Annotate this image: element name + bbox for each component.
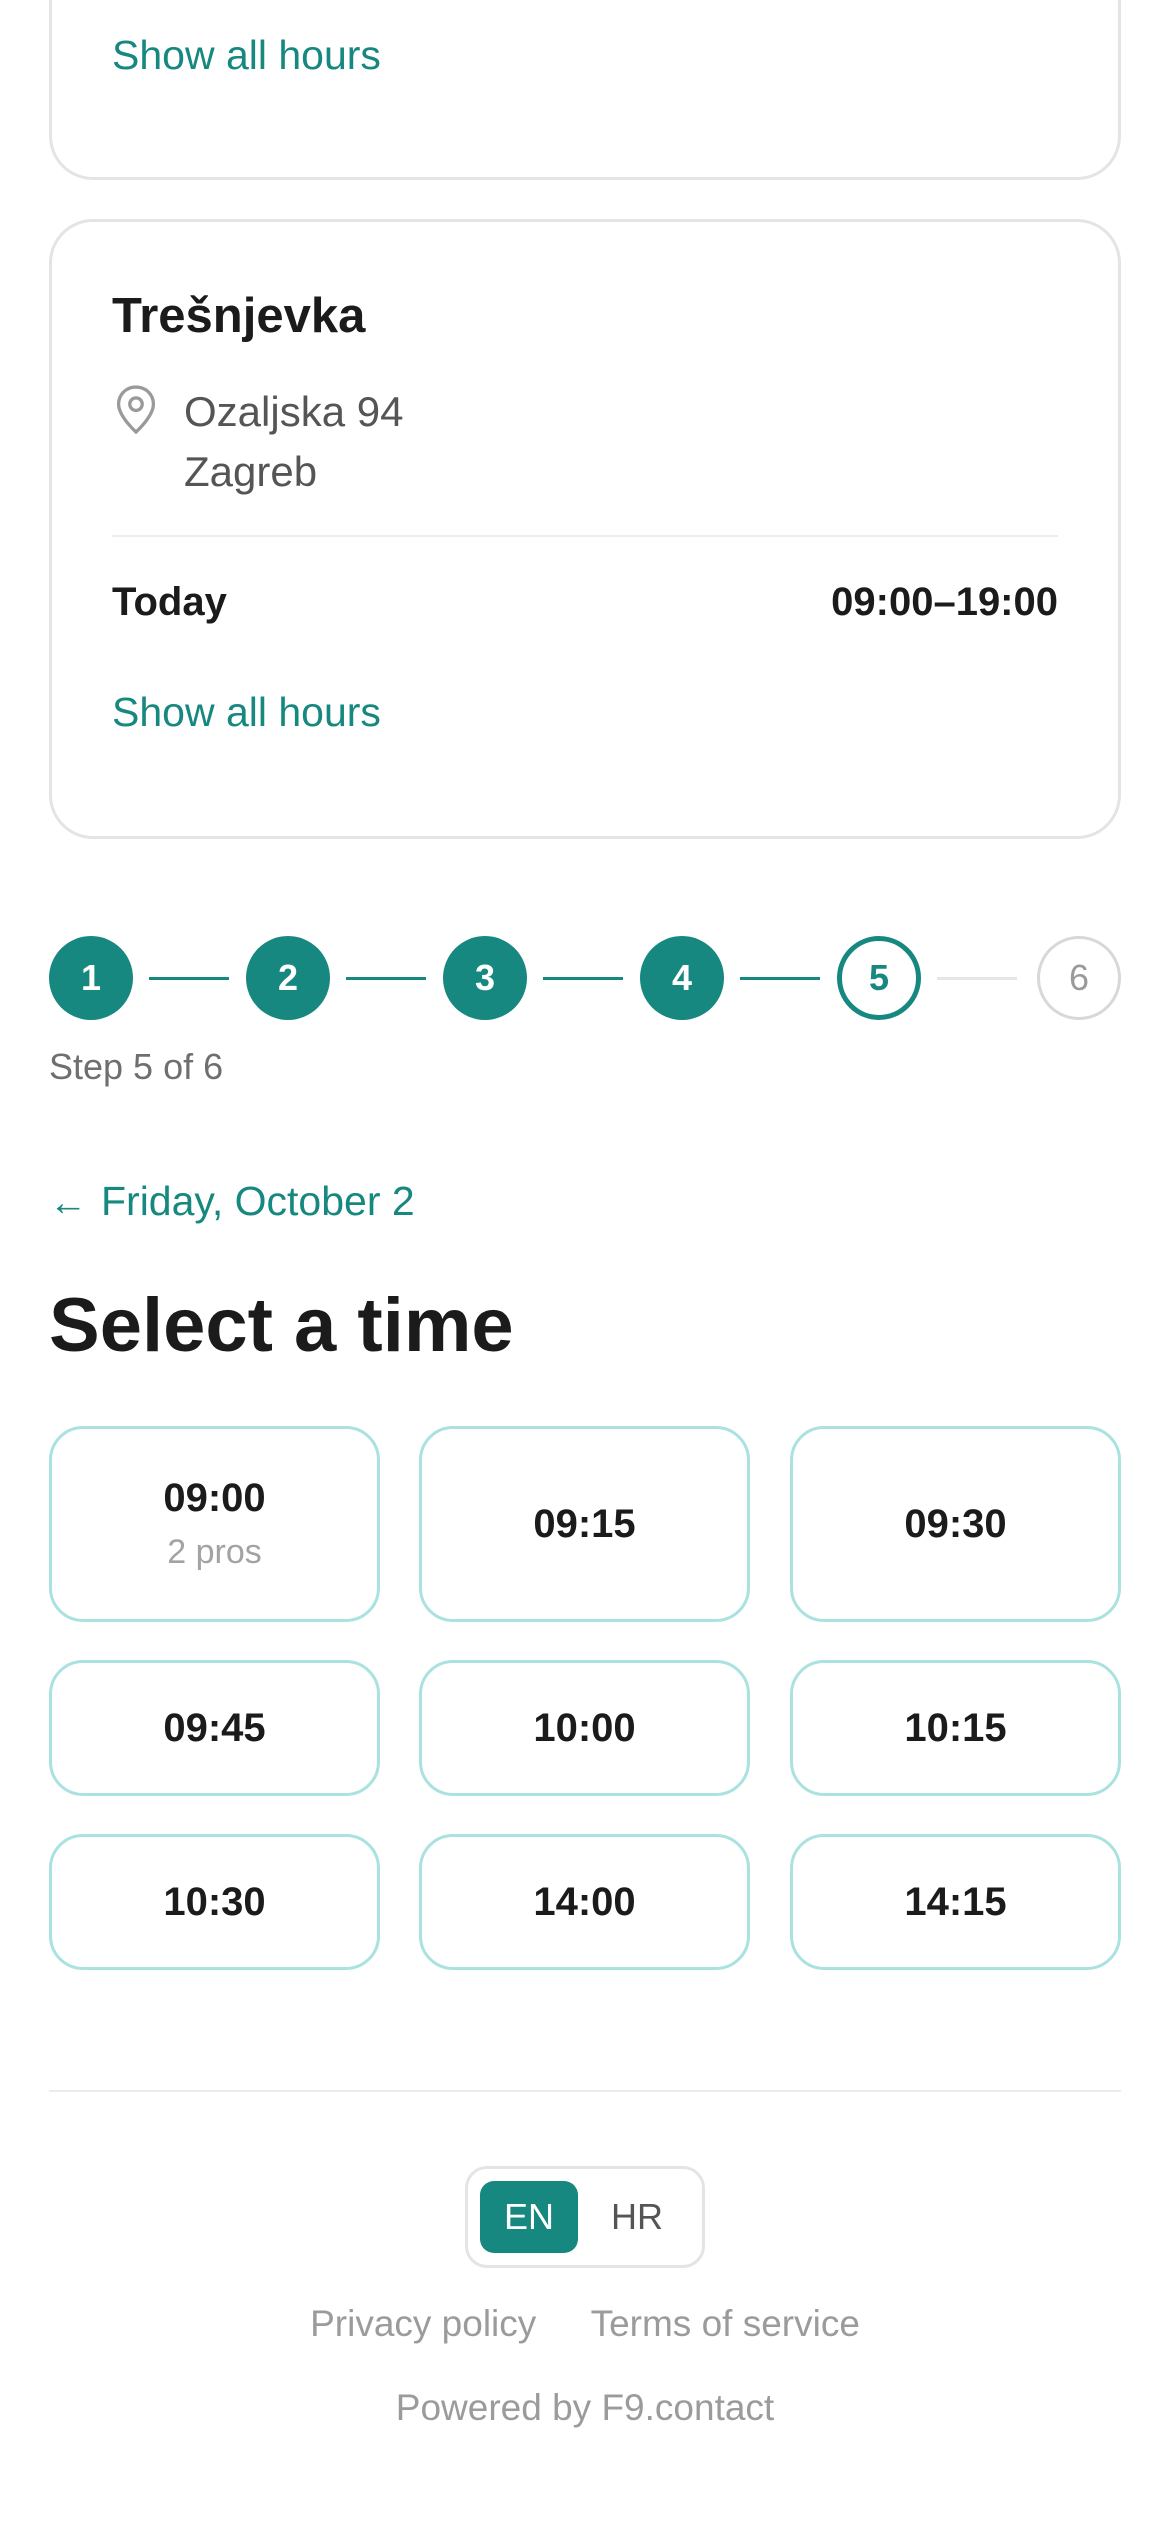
slot-time: 10:15 [904, 1705, 1007, 1750]
privacy-policy-link[interactable]: Privacy policy [310, 2303, 536, 2344]
footer-links: Privacy policy Terms of service [0, 2303, 1170, 2345]
time-slot[interactable]: 10:15 [790, 1660, 1121, 1796]
slot-time: 14:15 [904, 1879, 1007, 1924]
show-all-hours-link[interactable]: Show all hours [112, 689, 381, 736]
slot-time: 09:45 [163, 1705, 266, 1750]
arrow-left-icon: ← [49, 1182, 87, 1224]
lang-option-hr[interactable]: HR [588, 2181, 686, 2253]
step-connector [346, 977, 426, 980]
location-address: Ozaljska 94 Zagreb [184, 382, 403, 502]
step-connector [149, 977, 229, 980]
today-label: Today [112, 580, 227, 624]
powered-by-text: Powered by F9.contact [395, 2387, 775, 2428]
time-slot[interactable]: 09:45 [49, 1660, 380, 1796]
time-slot[interactable]: 09:15 [419, 1426, 750, 1622]
step-3: 3 [443, 936, 527, 1020]
lang-option-en[interactable]: EN [480, 2181, 578, 2253]
time-slot[interactable]: 10:00 [419, 1660, 750, 1796]
map-pin-icon [116, 385, 156, 435]
time-slot[interactable]: 10:30 [49, 1834, 380, 1970]
slot-time: 09:00 [163, 1476, 266, 1520]
location-card-previous: Show all hours [49, 0, 1121, 180]
slot-time: 09:30 [904, 1501, 1007, 1546]
step-1: 1 [49, 936, 133, 1020]
step-4: 4 [640, 936, 724, 1020]
card-divider [112, 535, 1058, 537]
location-name: Trešnjevka [112, 289, 366, 343]
location-card[interactable]: Trešnjevka Ozaljska 94 Zagreb Today 09:0… [49, 219, 1121, 839]
show-all-hours-link[interactable]: Show all hours [112, 32, 381, 79]
terms-of-service-link[interactable]: Terms of service [591, 2303, 860, 2344]
language-switcher: EN HR [465, 2166, 705, 2268]
selected-date-label: Friday, October 2 [101, 1178, 415, 1224]
time-slot[interactable]: 14:15 [790, 1834, 1121, 1970]
step-2: 2 [246, 936, 330, 1020]
time-slot[interactable]: 14:00 [419, 1834, 750, 1970]
slot-time: 09:15 [533, 1501, 636, 1546]
page-title: Select a time [49, 1283, 514, 1368]
step-5: 5 [837, 936, 921, 1020]
progress-stepper: 1 2 3 4 5 6 [49, 936, 1121, 1020]
step-indicator-text: Step 5 of 6 [49, 1046, 224, 1087]
back-to-date-link[interactable]: ← Friday, October 2 [49, 1178, 415, 1225]
step-connector [543, 977, 623, 980]
step-connector [937, 977, 1017, 980]
slot-availability: 2 pros [167, 1533, 262, 1571]
today-hours: 09:00–19:00 [831, 580, 1058, 624]
slot-time: 14:00 [533, 1879, 636, 1924]
address-city: Zagreb [184, 448, 318, 495]
slot-time: 10:30 [163, 1879, 266, 1924]
time-slot[interactable]: 09:30 [790, 1426, 1121, 1622]
step-connector [740, 977, 820, 980]
step-6: 6 [1037, 936, 1121, 1020]
time-slot[interactable]: 09:00 2 pros [49, 1426, 380, 1622]
address-street: Ozaljska 94 [184, 388, 404, 435]
footer-divider [49, 2090, 1121, 2092]
slot-time: 10:00 [533, 1705, 636, 1750]
